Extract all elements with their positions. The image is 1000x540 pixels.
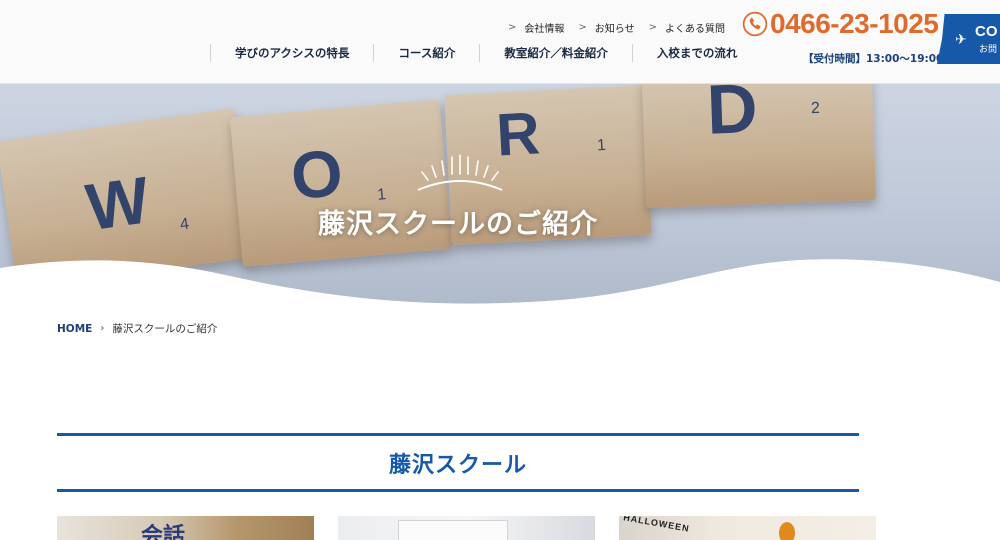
hero-wave-divider	[0, 259, 1000, 314]
photo-banner-text: HALLOWEEN	[622, 516, 691, 534]
school-photo-1: 会話	[57, 516, 314, 540]
phone-number: 0466-23-1025	[770, 8, 939, 39]
hero-banner: W 4 O 1 R 1 D 2 藤沢スクールのご紹介	[0, 84, 1000, 314]
paper-plane-icon: ✈	[955, 32, 967, 48]
business-hours: 【受付時間】13:00〜19:00	[803, 53, 944, 65]
breadcrumb: HOME › 藤沢スクールのご紹介	[57, 321, 217, 336]
school-photo-2	[338, 516, 595, 540]
utility-nav: > 会社情報 > お知らせ > よくある質問	[508, 20, 725, 35]
contact-button[interactable]: ✈ CO お問	[937, 14, 1000, 64]
main-nav: 学びのアクシスの特長 コース紹介 教室紹介／料金紹介 入校までの流れ	[210, 44, 761, 62]
whiteboard	[398, 520, 508, 540]
breadcrumb-current: 藤沢スクールのご紹介	[112, 323, 218, 335]
nav-item-classrooms-pricing[interactable]: 教室紹介／料金紹介	[480, 45, 632, 61]
nav-item-features[interactable]: 学びのアクシスの特長	[211, 45, 373, 61]
contact-button-label-ja: お問	[979, 45, 998, 55]
util-link-faq[interactable]: > よくある質問	[649, 20, 725, 35]
util-link-news[interactable]: > お知らせ	[578, 20, 634, 35]
chevron-right-icon: >	[578, 22, 587, 33]
nav-item-courses[interactable]: コース紹介	[374, 45, 479, 61]
contact-button-label-en: CO	[975, 23, 998, 40]
util-link-company[interactable]: > 会社情報	[508, 20, 564, 35]
phone-icon	[742, 11, 768, 37]
chevron-right-icon: ›	[100, 323, 105, 334]
balloon	[779, 522, 795, 540]
site-header: > 会社情報 > お知らせ > よくある質問 学びのアクシスの特長 コース紹介 …	[0, 0, 1000, 84]
sunrise-decoration-icon	[417, 154, 503, 191]
chevron-right-icon: >	[648, 22, 657, 33]
section-title: 藤沢スクール	[388, 452, 527, 478]
breadcrumb-home-link[interactable]: HOME	[57, 323, 92, 335]
section-heading: 藤沢スクール	[57, 433, 859, 492]
nav-item-enrollment-flow[interactable]: 入校までの流れ	[633, 45, 762, 61]
phone-link[interactable]: 0466-23-1025	[742, 8, 939, 40]
school-photo-3: HALLOWEEN	[619, 516, 876, 540]
hero-title: 藤沢スクールのご紹介	[318, 209, 598, 240]
chevron-right-icon: >	[508, 22, 517, 33]
photo-sign-text: 会話	[141, 524, 186, 540]
